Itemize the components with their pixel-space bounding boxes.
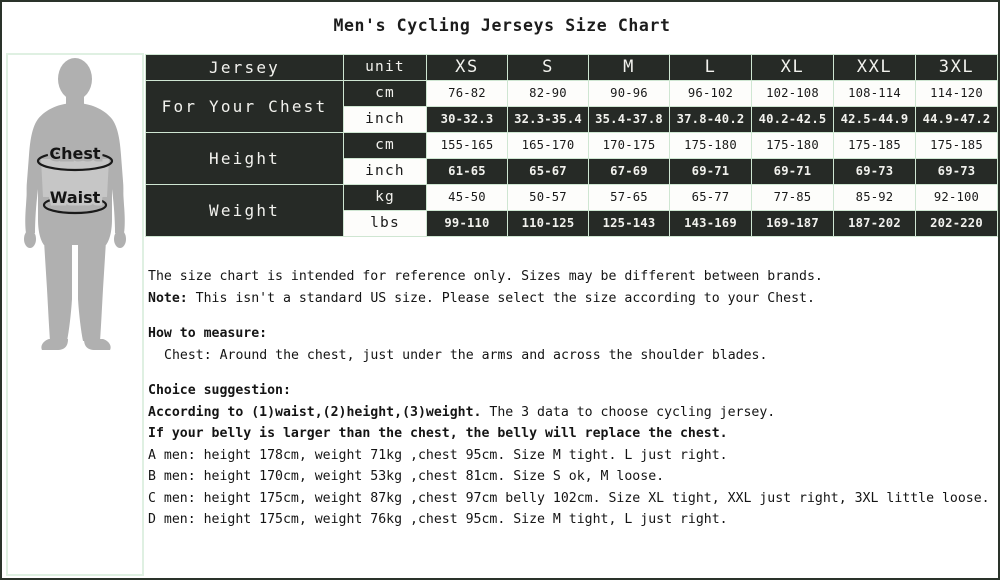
unit-chest-cm: cm (343, 80, 427, 107)
cell-weight-lbs-xl: 169-187 (751, 210, 834, 237)
example-d: D men: height 175cm, weight 76kg ,chest … (148, 512, 728, 527)
cell-height-cm-s: 165-170 (507, 132, 589, 159)
cell-chest-cm-s: 82-90 (507, 80, 589, 107)
header-size-xl: XL (751, 54, 834, 81)
note-line: Note: This isn't a standard US size. Ple… (148, 288, 994, 310)
cell-weight-kg-l: 65-77 (669, 184, 752, 211)
unit-height-cm: cm (343, 132, 427, 159)
cell-weight-kg-xxl: 85-92 (833, 184, 916, 211)
header-size-xs: XS (426, 54, 508, 81)
according-rest: The 3 data to choose cycling jersey. (481, 404, 776, 420)
table-header-row: Jersey unit XS S M L XL XXL 3XL (145, 54, 998, 81)
size-chart-page: Men's Cycling Jerseys Size Chart Chest C… (0, 0, 1000, 580)
unit-chest-inch: inch (343, 106, 427, 133)
chest-label: Chest (49, 144, 101, 163)
cell-weight-kg-3xl: 92-100 (915, 184, 998, 211)
cell-weight-kg-xl: 77-85 (751, 184, 834, 211)
note-label: Note: (148, 290, 188, 306)
cell-height-cm-xs: 155-165 (426, 132, 508, 159)
table-row: Weight kg 45-50 50-57 57-65 65-77 77-85 … (145, 184, 998, 237)
cell-chest-cm-xxl: 108-114 (833, 80, 916, 107)
according-line: According to (1)waist,(2)height,(3)weigh… (148, 402, 994, 424)
cell-weight-lbs-xxl: 187-202 (833, 210, 916, 237)
table-row: Height cm 155-165 165-170 170-175 175-18… (145, 132, 998, 185)
cell-height-inch-xs: 61-65 (426, 158, 508, 185)
rowlabel-height: Height (145, 132, 344, 185)
cell-chest-cm-xl: 102-108 (751, 80, 834, 107)
cell-height-inch-l: 69-71 (669, 158, 752, 185)
cell-height-cm-xxl: 175-185 (833, 132, 916, 159)
cell-weight-kg-m: 57-65 (588, 184, 670, 211)
note-text: This isn't a standard US size. Please se… (187, 290, 815, 306)
cell-weight-kg-xs: 45-50 (426, 184, 508, 211)
cell-height-inch-s: 65-67 (507, 158, 589, 185)
cell-height-inch-xl: 69-71 (751, 158, 834, 185)
cell-height-inch-m: 67-69 (588, 158, 670, 185)
waist-label: Waist (50, 188, 101, 207)
cell-chest-inch-m: 35.4-37.8 (588, 106, 670, 133)
cell-height-cm-xl: 175-180 (751, 132, 834, 159)
cell-chest-inch-xxl: 42.5-44.9 (833, 106, 916, 133)
rowlabel-weight: Weight (145, 184, 344, 237)
header-size-xxl: XXL (833, 54, 916, 81)
cell-height-cm-l: 175-180 (669, 132, 752, 159)
cell-chest-cm-3xl: 114-120 (915, 80, 998, 107)
header-size-m: M (588, 54, 670, 81)
example-c: C men: height 175cm, weight 87kg ,chest … (148, 490, 990, 506)
body-silhouette-icon: Chest Chest Waist Waist (24, 58, 126, 350)
cell-weight-lbs-l: 143-169 (669, 210, 752, 237)
unit-height-inch: inch (343, 158, 427, 185)
page-title: Men's Cycling Jerseys Size Chart (333, 16, 671, 35)
rowlabel-chest: For Your Chest (145, 80, 344, 133)
header-unit: unit (343, 54, 427, 81)
belly-line: If your belly is larger than the chest, … (148, 426, 728, 441)
header-size-l: L (669, 54, 752, 81)
choice-suggestion-heading: Choice suggestion: (148, 383, 291, 398)
cell-weight-lbs-s: 110-125 (507, 210, 589, 237)
how-to-measure-heading: How to measure: (148, 326, 268, 341)
header-size-s: S (507, 54, 589, 81)
according-bold: According to (1)waist,(2)height,(3)weigh… (148, 404, 482, 420)
unit-weight-lbs: lbs (343, 210, 427, 237)
header-jersey: Jersey (145, 54, 344, 81)
table-row: For Your Chest cm 76-82 82-90 90-96 96-1… (145, 80, 998, 133)
example-a: A men: height 178cm, weight 71kg ,chest … (148, 447, 728, 463)
example-b: B men: height 170cm, weight 53kg ,chest … (148, 469, 665, 484)
header-size-3xl: 3XL (915, 54, 998, 81)
disclaimer-line: The size chart is intended for reference… (148, 269, 823, 284)
cell-chest-inch-xs: 30-32.3 (426, 106, 508, 133)
cell-chest-inch-l: 37.8-40.2 (669, 106, 752, 133)
cell-chest-inch-3xl: 44.9-47.2 (915, 106, 998, 133)
cell-weight-kg-s: 50-57 (507, 184, 589, 211)
cell-height-inch-xxl: 69-73 (833, 158, 916, 185)
size-chart-table: Jersey unit XS S M L XL XXL 3XL For Your… (145, 54, 998, 237)
cell-height-cm-m: 170-175 (588, 132, 670, 159)
cell-chest-cm-m: 90-96 (588, 80, 670, 107)
cell-chest-inch-s: 32.3-35.4 (507, 106, 589, 133)
cell-height-cm-3xl: 175-185 (915, 132, 998, 159)
cell-chest-cm-xs: 76-82 (426, 80, 508, 107)
body-figure-panel: Chest Chest Waist Waist (6, 53, 144, 576)
cell-chest-inch-xl: 40.2-42.5 (751, 106, 834, 133)
cell-weight-lbs-xs: 99-110 (426, 210, 508, 237)
how-to-measure-chest: Chest: Around the chest, just under the … (164, 347, 768, 363)
notes-section: The size chart is intended for reference… (148, 266, 994, 531)
unit-weight-kg: kg (343, 184, 427, 211)
cell-weight-lbs-m: 125-143 (588, 210, 670, 237)
cell-chest-cm-l: 96-102 (669, 80, 752, 107)
cell-height-inch-3xl: 69-73 (915, 158, 998, 185)
cell-weight-lbs-3xl: 202-220 (915, 210, 998, 237)
